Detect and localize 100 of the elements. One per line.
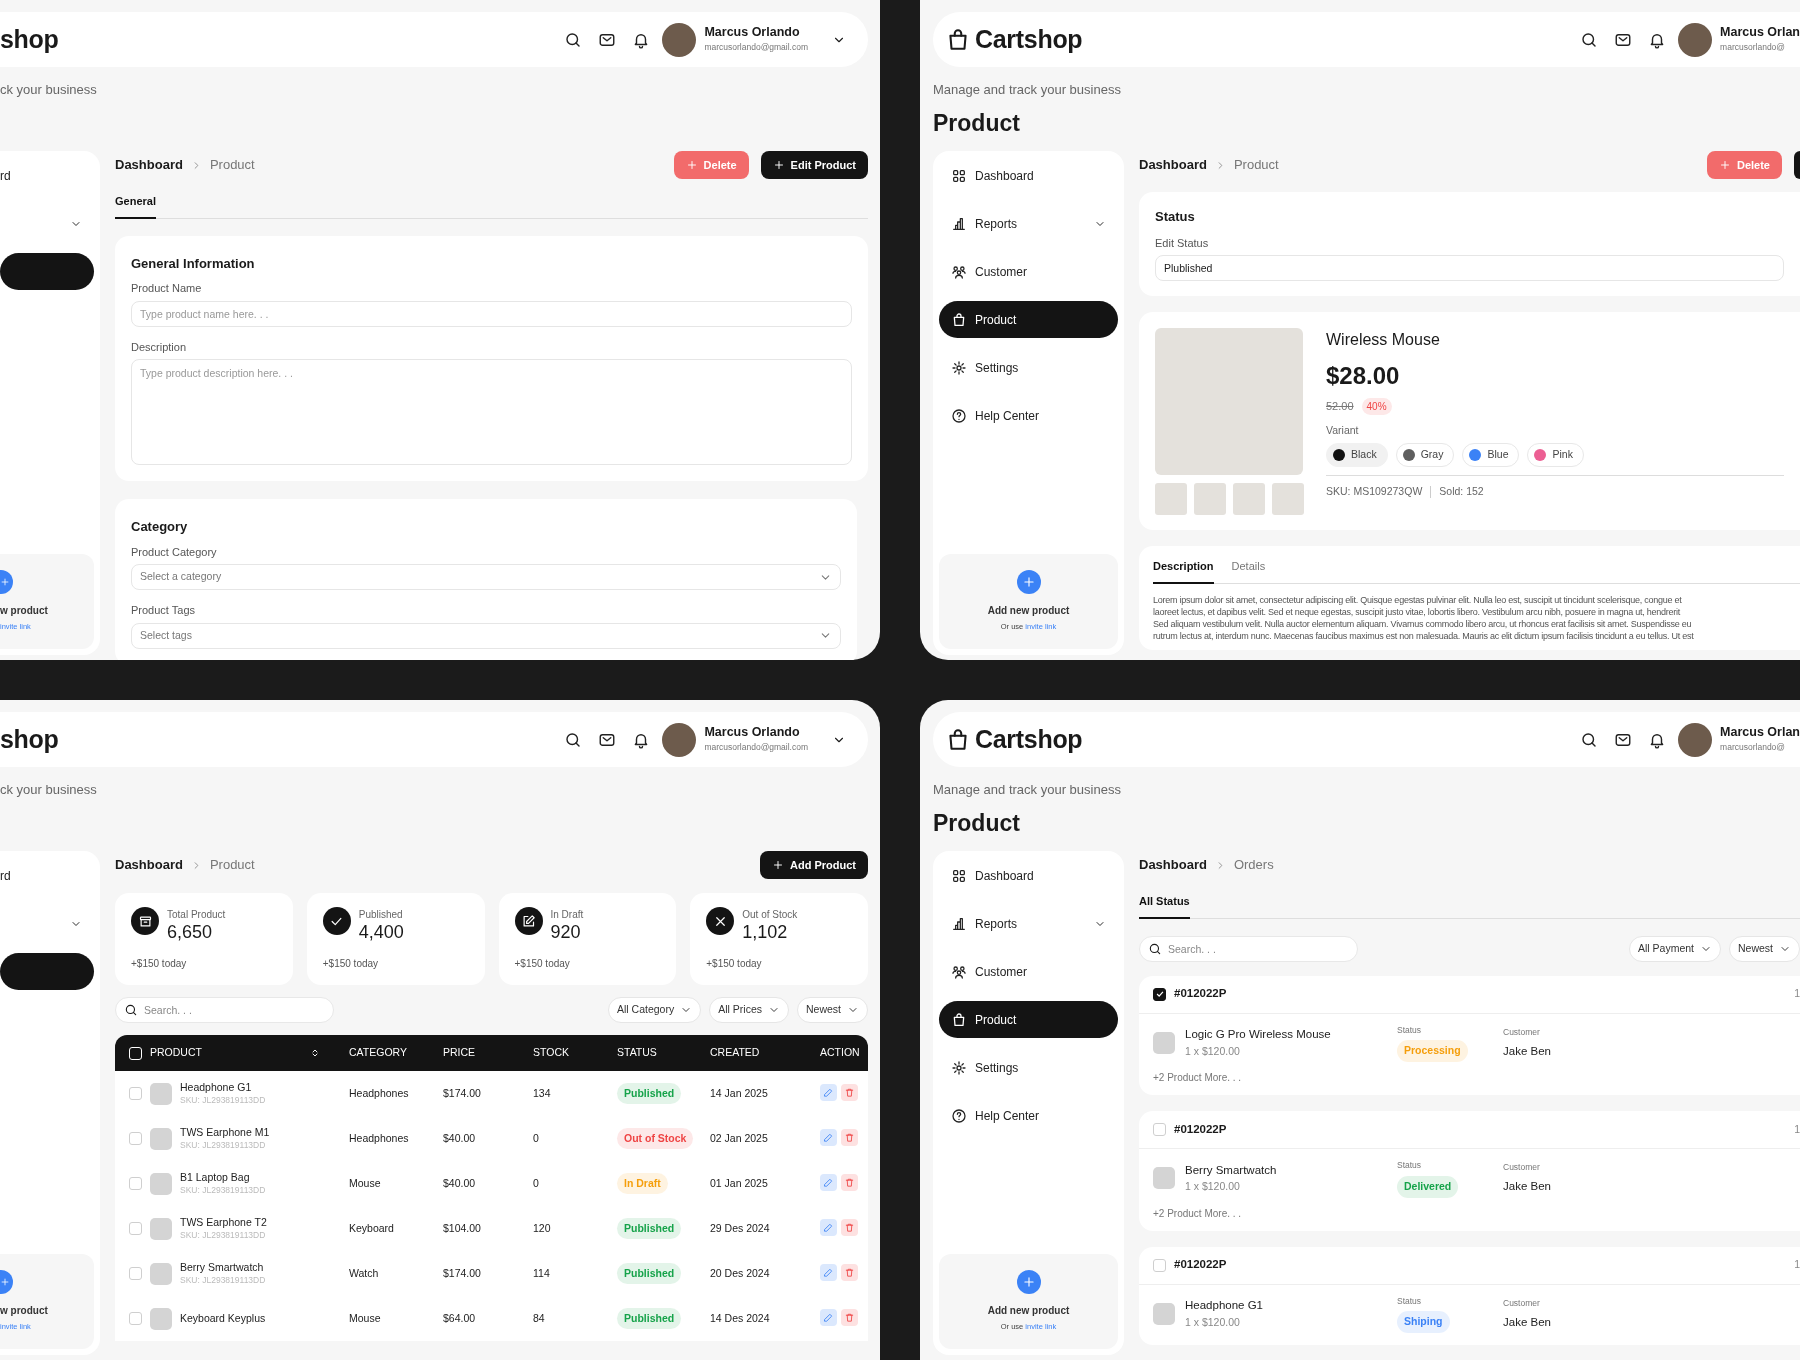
description-text: Lorem ipsum dolor sit amet, consectetur adipiscing elit. Quisque egestas pulvinar elit. Nulla leo est, suscipit ut tincidunt scelerisque, congue et: [1153, 593, 1683, 606]
edit-button[interactable]: [820, 1129, 837, 1147]
add-button[interactable]: [1016, 570, 1041, 595]
sidebar-item[interactable]: Customer: [939, 953, 1118, 990]
delete-button[interactable]: [841, 1084, 858, 1102]
sidebar-item[interactable]: Reports: [939, 905, 1118, 942]
logo-text: Cartshop: [975, 27, 1083, 52]
order-date: 1: [1794, 986, 1800, 1002]
delete-button[interactable]: [841, 1129, 858, 1147]
delete-button[interactable]: [841, 1309, 858, 1327]
sidebar-item[interactable]: rd: [0, 857, 94, 894]
delete-button[interactable]: [841, 1174, 858, 1192]
delete-button[interactable]: [841, 1219, 858, 1237]
breadcrumb-link[interactable]: Product: [209, 855, 255, 875]
sidebar-item[interactable]: Customer: [939, 253, 1118, 290]
sidebar-item[interactable]: Reports: [939, 205, 1118, 242]
customer-label: Customer: [1503, 1161, 1541, 1174]
delete-button[interactable]: [841, 1264, 858, 1282]
variant-option[interactable]: Gray: [1395, 442, 1455, 467]
logo-text: Cartshop: [975, 727, 1083, 752]
select-field[interactable]: Select a category: [131, 564, 841, 590]
primary-button[interactable]: Add Product: [760, 851, 868, 879]
sidebar-item[interactable]: Settings: [939, 349, 1118, 386]
tab[interactable]: All Status: [1139, 893, 1190, 919]
edit-button[interactable]: [820, 1084, 837, 1102]
sidebar-item[interactable]: Product: [939, 301, 1118, 338]
menu-icon: [951, 915, 967, 932]
search-field[interactable]: Search. . .: [1139, 935, 1358, 962]
user-email: marcusorlando@: [1720, 40, 1786, 54]
thumbnail-photo[interactable]: [1155, 483, 1187, 515]
avatar[interactable]: [1678, 22, 1713, 57]
search-icon[interactable]: [564, 730, 583, 749]
filter-dropdown[interactable]: Newest: [797, 997, 868, 1023]
trash-icon: [844, 1312, 855, 1324]
sidebar-item[interactable]: [0, 253, 94, 290]
thumbnail-photo[interactable]: [1233, 483, 1265, 515]
sidebar-item[interactable]: rd: [0, 157, 94, 194]
search-icon[interactable]: [1580, 730, 1599, 749]
breadcrumb-link[interactable]: Orders: [1233, 855, 1274, 875]
edit-button[interactable]: [820, 1219, 837, 1237]
table-cell: Mouse: [343, 1161, 437, 1206]
sidebar-item[interactable]: Help Center: [939, 1097, 1118, 1134]
sidebar-item[interactable]: Settings: [939, 1049, 1118, 1086]
edit-button[interactable]: [820, 1264, 837, 1282]
variant-option[interactable]: Black: [1326, 442, 1388, 467]
tab[interactable]: Description: [1153, 558, 1214, 584]
tab[interactable]: General: [115, 193, 156, 219]
variant-option[interactable]: Pink: [1527, 442, 1584, 467]
add-button[interactable]: [1016, 1270, 1041, 1295]
search-field[interactable]: Search. . .: [115, 997, 334, 1023]
plus-icon: [772, 159, 785, 171]
input-field[interactable]: Type product name here. . .: [131, 300, 852, 327]
edit-button[interactable]: [820, 1174, 837, 1192]
column-header: STOCK: [527, 1035, 611, 1071]
filter-dropdown[interactable]: All Category: [608, 997, 702, 1023]
breadcrumb-link[interactable]: Dashboard: [115, 855, 183, 875]
add-button[interactable]: [0, 570, 13, 595]
original-price: 52.00: [1326, 399, 1354, 415]
filter-dropdown[interactable]: All Prices: [709, 997, 789, 1023]
thumbnail-photo[interactable]: [1194, 483, 1226, 515]
breadcrumb-link[interactable]: Dashboard: [1139, 155, 1207, 175]
breadcrumb-link[interactable]: Dashboard: [1139, 855, 1207, 875]
product-quantity: 1 x $120.00: [1185, 1043, 1241, 1059]
edit-button[interactable]: [820, 1309, 837, 1327]
avatar[interactable]: [662, 22, 697, 57]
toolbar-button[interactable]: [1794, 151, 1800, 179]
page-title: Product: [932, 809, 1021, 838]
text-area[interactable]: Type product description here. . .: [131, 359, 852, 465]
breadcrumb-link[interactable]: Product: [209, 155, 255, 175]
select-all-checkbox[interactable]: [129, 1046, 142, 1060]
user-name: Marcus Orlan: [1720, 25, 1800, 41]
user-name: Marcus Orlan: [1720, 725, 1800, 741]
breadcrumb-link[interactable]: Dashboard: [115, 155, 183, 175]
sidebar-item[interactable]: Dashboard: [939, 857, 1118, 894]
search-icon: [1148, 941, 1162, 956]
product-photo: [150, 1307, 172, 1330]
search-icon[interactable]: [564, 30, 583, 49]
menu-icon: [951, 167, 967, 184]
checkbox[interactable]: [1153, 987, 1166, 1001]
sidebar-item[interactable]: [0, 953, 94, 990]
customer-name: Jake Ben: [1503, 1043, 1552, 1059]
thumbnail-photo[interactable]: [1272, 483, 1304, 515]
sidebar-item[interactable]: Dashboard: [939, 157, 1118, 194]
avatar[interactable]: [1678, 722, 1713, 757]
search-icon: [124, 1003, 138, 1017]
avatar[interactable]: [662, 722, 697, 757]
sidebar-item[interactable]: Help Center: [939, 397, 1118, 434]
filter-dropdown[interactable]: All Payment: [1628, 935, 1721, 962]
add-button[interactable]: [0, 1270, 13, 1295]
input-field[interactable]: Plublished: [1155, 255, 1784, 281]
search-icon[interactable]: [1580, 30, 1599, 49]
product-photo: [1153, 1302, 1175, 1325]
variant-option[interactable]: Blue: [1462, 442, 1520, 467]
select-field[interactable]: Select tags: [131, 622, 841, 649]
primary-button[interactable]: Edit Product: [760, 151, 868, 179]
tab[interactable]: Details: [1231, 558, 1266, 584]
stat-value: 920: [550, 922, 582, 944]
breadcrumb-link[interactable]: Product: [1233, 155, 1279, 175]
sidebar-item[interactable]: Product: [939, 1001, 1118, 1038]
filter-dropdown[interactable]: Newest: [1729, 935, 1800, 962]
